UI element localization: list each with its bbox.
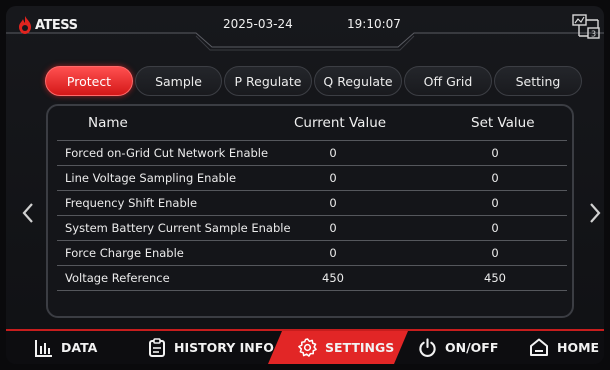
table-header: Name Current Value Set Value xyxy=(50,106,570,140)
nav-data-button[interactable]: DATA xyxy=(35,331,97,364)
row-name: Forced on-Grid Cut Network Enable xyxy=(65,146,269,160)
time-display: 19:10:07 xyxy=(347,17,401,31)
row-current-value: 0 xyxy=(329,246,337,260)
row-name: Force Charge Enable xyxy=(65,246,184,260)
tab-off-grid[interactable]: Off Grid xyxy=(404,66,492,96)
device-screen: ATESS 2025-03-24 19:10:07 3 Protect Samp… xyxy=(6,6,604,364)
column-current-value: Current Value xyxy=(294,115,387,131)
tab-setting[interactable]: Setting xyxy=(494,66,582,96)
date-display: 2025-03-24 xyxy=(223,17,293,31)
table-row[interactable]: Forced on-Grid Cut Network Enable 0 0 xyxy=(57,140,567,165)
row-current-value: 450 xyxy=(322,271,344,285)
row-set-value[interactable]: 0 xyxy=(465,171,525,185)
header-frame xyxy=(6,32,604,51)
tab-q-regulate[interactable]: Q Regulate xyxy=(314,66,402,96)
tab-protect[interactable]: Protect xyxy=(45,66,133,96)
network-badge: 3 xyxy=(591,30,596,39)
network-icon[interactable]: 3 xyxy=(572,14,600,40)
flame-logo-icon xyxy=(19,16,31,34)
tab-p-regulate[interactable]: P Regulate xyxy=(224,66,312,96)
table-row[interactable]: Voltage Reference 450 450 xyxy=(57,265,567,290)
row-name: Line Voltage Sampling Enable xyxy=(65,171,237,185)
header-bar: ATESS 2025-03-24 19:10:07 3 xyxy=(6,6,604,52)
table-row[interactable]: Force Charge Enable 0 0 xyxy=(57,240,567,265)
home-icon xyxy=(530,338,548,356)
parameter-table: Name Current Value Set Value Forced on-G… xyxy=(46,104,574,318)
row-set-value[interactable]: 450 xyxy=(465,271,525,285)
row-current-value: 0 xyxy=(329,171,337,185)
clipboard-icon xyxy=(149,338,165,357)
row-name: Frequency Shift Enable xyxy=(65,196,198,210)
nav-settings-button[interactable]: SETTINGS xyxy=(298,331,394,364)
row-set-value[interactable]: 0 xyxy=(465,146,525,160)
nav-settings-label: SETTINGS xyxy=(325,340,395,355)
chevron-right-icon[interactable] xyxy=(588,202,602,224)
nav-data-label: DATA xyxy=(61,340,98,355)
bottom-nav: DATA HISTORY INFO SETTINGS ON/OFF HOME xyxy=(6,331,604,364)
nav-history-button[interactable]: HISTORY INFO xyxy=(148,331,274,364)
row-set-value[interactable]: 0 xyxy=(465,196,525,210)
column-set-value: Set Value xyxy=(471,115,535,131)
table-row[interactable]: System Battery Current Sample Enable 0 0 xyxy=(57,215,567,240)
power-icon xyxy=(419,337,436,357)
nav-home-label: HOME xyxy=(557,340,600,355)
nav-history-label: HISTORY INFO xyxy=(174,340,274,355)
row-name: Voltage Reference xyxy=(65,271,170,285)
table-bottom-divider xyxy=(57,290,567,291)
chevron-left-icon[interactable] xyxy=(21,202,35,224)
row-current-value: 0 xyxy=(329,221,337,235)
nav-onoff-button[interactable]: ON/OFF xyxy=(418,331,498,364)
row-current-value: 0 xyxy=(329,196,337,210)
row-current-value: 0 xyxy=(329,146,337,160)
row-name: System Battery Current Sample Enable xyxy=(65,221,291,235)
brand-logo: ATESS xyxy=(18,16,78,34)
nav-home-button[interactable]: HOME xyxy=(529,331,599,364)
row-set-value[interactable]: 0 xyxy=(465,246,525,260)
gear-icon xyxy=(298,338,317,357)
tab-sample[interactable]: Sample xyxy=(135,66,222,96)
row-set-value[interactable]: 0 xyxy=(465,221,525,235)
table-row[interactable]: Frequency Shift Enable 0 0 xyxy=(57,190,567,215)
nav-onoff-label: ON/OFF xyxy=(445,340,499,355)
table-row[interactable]: Line Voltage Sampling Enable 0 0 xyxy=(57,165,567,190)
bar-chart-icon xyxy=(35,339,52,357)
brand-name: ATESS xyxy=(35,17,78,33)
column-name: Name xyxy=(88,115,128,131)
